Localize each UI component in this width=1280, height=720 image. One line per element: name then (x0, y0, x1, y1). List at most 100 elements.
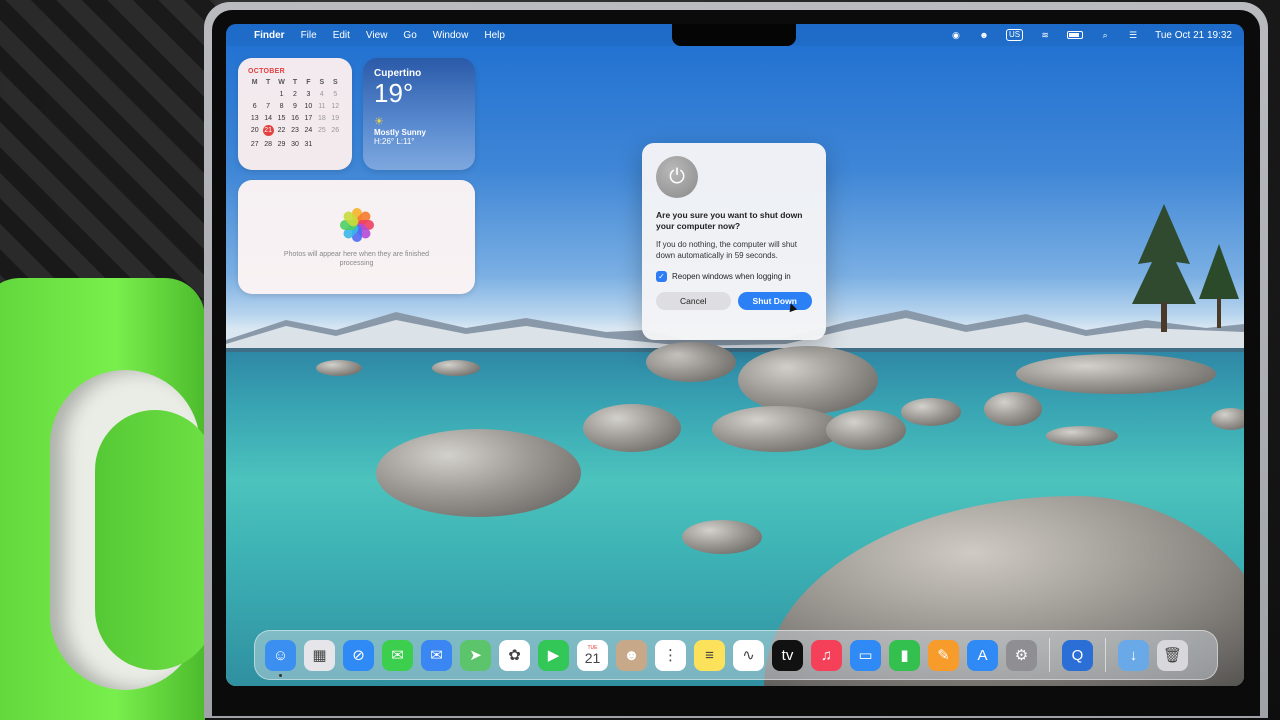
calendar-month: OCTOBER (248, 68, 285, 75)
wallpaper-rock (646, 342, 736, 382)
calendar-day: 29 (277, 141, 286, 148)
wallpaper-rock (583, 404, 681, 452)
wallpaper-rock (712, 406, 842, 452)
control-center-icon[interactable]: ☰ (1127, 29, 1139, 41)
dock-reminders-icon[interactable]: ⋮ (655, 639, 686, 671)
calendar-weekday: F (306, 79, 311, 86)
calendar-day: 2 (293, 91, 297, 98)
weather-condition: Mostly Sunny (374, 128, 427, 137)
calendar-widget[interactable]: OCTOBER M T W T F S S 1 2 3 4 5 6 7 8 9 10 11 12 13 14 15 16 17… (238, 58, 352, 170)
calendar-weekday: S (332, 79, 338, 86)
dock-separator (1105, 638, 1106, 672)
dock-quicktime-icon[interactable]: Q (1062, 639, 1093, 671)
input-source-badge[interactable]: US (1005, 29, 1024, 41)
wallpaper-rock (682, 520, 762, 554)
weather-widget[interactable]: Cupertino 19° ☀ Mostly Sunny H:26° L:11° (363, 58, 475, 170)
calendar-day: 16 (291, 115, 299, 122)
dock-system-settings-icon[interactable]: ⚙ (1006, 639, 1037, 671)
dock-contacts-icon[interactable]: ☻ (616, 639, 647, 671)
menu-app-name[interactable]: Finder (254, 30, 285, 41)
dock-mail-icon[interactable]: ✉ (421, 639, 452, 671)
calendar-day: 7 (266, 103, 271, 110)
dock-calendar-icon[interactable]: TUE 21 (577, 639, 608, 671)
reopen-windows-label: Reopen windows when logging in (672, 272, 791, 281)
calendar-day (315, 141, 328, 148)
search-icon[interactable]: ⌕ (1099, 29, 1111, 41)
calendar-day: 8 (279, 103, 284, 110)
power-icon: ⏻ (656, 156, 698, 198)
reopen-windows-option[interactable]: ✓ Reopen windows when logging in (656, 271, 812, 282)
calendar-day: 18 (317, 115, 326, 122)
weather-high-low: H:26° L:11° (374, 137, 415, 146)
shut-down-button[interactable]: Shut Down (737, 292, 812, 310)
user-account-icon[interactable]: ☻ (978, 29, 990, 41)
dock-messages-icon[interactable]: ✉ (382, 639, 413, 671)
wallpaper-trees (1132, 204, 1239, 332)
screen-record-icon[interactable]: ◉ (950, 29, 962, 41)
cancel-button[interactable]: Cancel (656, 292, 731, 310)
menu-go[interactable]: Go (403, 30, 416, 41)
menu-window[interactable]: Window (433, 30, 469, 41)
running-indicator (279, 673, 282, 677)
dock-trash-icon[interactable]: 🗑 (1157, 639, 1188, 671)
wallpaper-rock (984, 392, 1042, 426)
calendar-day (248, 91, 261, 98)
menu-clock[interactable]: Tue Oct 21 19:32 (1155, 30, 1232, 41)
stand-inner (95, 410, 215, 670)
photos-widget[interactable]: Photos will appear here when they are fi… (238, 180, 475, 294)
calendar-day: 27 (250, 141, 259, 148)
camera-notch (672, 24, 796, 46)
calendar-day: 11 (318, 103, 326, 110)
dock-keynote-icon[interactable]: ▭ (850, 639, 881, 671)
photos-widget-message: Photos will appear here when they are fi… (283, 251, 430, 267)
calendar-day: 17 (304, 115, 313, 122)
calendar-day (329, 141, 342, 148)
calendar-day: 14 (264, 115, 273, 122)
dock-finder-icon[interactable]: ☺ (265, 639, 296, 677)
menu-view[interactable]: View (366, 30, 388, 41)
wifi-icon[interactable]: ≋ (1039, 29, 1051, 41)
dialog-message: If you do nothing, the computer will shu… (656, 240, 797, 260)
menu-bar-left: Finder File Edit View Go Window Help (238, 30, 505, 41)
calendar-day: 26 (331, 127, 340, 134)
dock-music-icon[interactable]: ♫ (811, 639, 842, 671)
dock-launchpad-icon[interactable]: ▦ (304, 639, 335, 671)
dock: ☺ ▦ ⊘ ✉ ✉ ➤ ✿ ▶ TUE 21 ☻ ⋮ ≡ ∿ tv ♫ ▭ ▮ ✎ A ⚙ Q ↓ 🗑 (254, 630, 1218, 680)
dock-app-store-icon[interactable]: A (967, 639, 998, 671)
photos-icon (339, 208, 374, 242)
calendar-day: 13 (250, 115, 259, 122)
calendar-day: 28 (264, 141, 273, 148)
dock-notes-icon[interactable]: ≡ (694, 639, 725, 671)
calendar-day: 6 (252, 103, 257, 110)
dock-safari-icon[interactable]: ⊘ (343, 639, 374, 671)
menu-edit[interactable]: Edit (333, 30, 350, 41)
menu-file[interactable]: File (301, 30, 317, 41)
calendar-day: 10 (304, 103, 313, 110)
dock-numbers-icon[interactable]: ▮ (889, 639, 920, 671)
shutdown-dialog: ⏻ Are you sure you want to shut down you… (642, 143, 826, 340)
reopen-windows-checkbox[interactable]: ✓ (656, 271, 667, 282)
dock-tv-icon[interactable]: tv (772, 639, 803, 671)
menu-bar-status: ◉ ☻ US ≋ ⌕ ☰ Tue Oct 21 19:32 (950, 29, 1232, 41)
menu-help[interactable]: Help (484, 30, 505, 41)
battery-icon[interactable] (1067, 31, 1084, 39)
dock-separator (1049, 638, 1050, 672)
dock-facetime-icon[interactable]: ▶ (538, 639, 569, 671)
dock-pages-icon[interactable]: ✎ (928, 639, 959, 671)
calendar-day (261, 91, 274, 98)
dock-maps-icon[interactable]: ➤ (460, 639, 491, 671)
dock-photos-icon[interactable]: ✿ (499, 639, 530, 671)
calendar-day: 21 (262, 125, 274, 136)
calendar-grid: M T W T F S S 1 2 3 4 5 6 7 8 9 10 11 12 13 14 15 16 17 18 19 20 21… (248, 79, 342, 148)
calendar-weekday: W (278, 79, 285, 86)
calendar-weekday: M (251, 79, 258, 86)
dock-freeform-icon[interactable]: ∿ (733, 639, 764, 671)
calendar-weekday: S (319, 79, 325, 86)
calendar-date-label: 21 (584, 650, 601, 666)
calendar-day: 19 (331, 115, 340, 122)
dialog-title: Are you sure you want to shut down your … (656, 210, 803, 231)
wallpaper-rock (738, 346, 878, 414)
calendar-day: 15 (277, 115, 286, 122)
dock-downloads-folder-icon[interactable]: ↓ (1118, 639, 1149, 671)
sun-icon: ☀ (374, 116, 384, 128)
